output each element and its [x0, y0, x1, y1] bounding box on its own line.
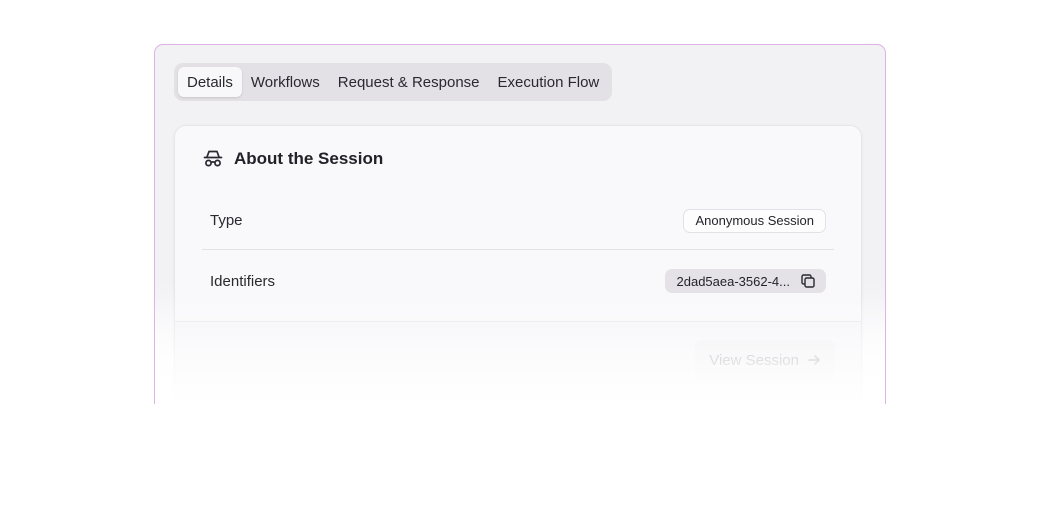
incognito-icon: [202, 148, 224, 170]
tab-details[interactable]: Details: [178, 67, 242, 97]
view-session-button[interactable]: View Session: [695, 340, 835, 380]
identifiers-row: Identifiers 2dad5aea-3562-4...: [202, 252, 834, 310]
type-row: Type Anonymous Session: [202, 192, 834, 250]
card-header: About the Session: [202, 148, 383, 170]
card-title: About the Session: [234, 149, 384, 168]
identifier-value: 2dad5aea-3562-4...: [676, 273, 790, 289]
session-type-badge: Anonymous Session: [683, 208, 826, 233]
identifiers-label: Identifiers: [210, 272, 276, 290]
view-session-label: View Session: [709, 351, 799, 369]
tab-bar: Details Workflows Request & Response Exe…: [174, 63, 613, 101]
copy-icon[interactable]: [800, 273, 816, 289]
identifier-chip: 2dad5aea-3562-4...: [664, 269, 826, 293]
tab-workflows[interactable]: Workflows: [242, 67, 329, 97]
tab-request-response[interactable]: Request & Response: [329, 67, 489, 97]
arrow-right-icon: [807, 353, 821, 367]
card-footer: View Session: [175, 322, 861, 404]
type-label: Type: [210, 212, 243, 229]
session-panel: Details Workflows Request & Response Exe…: [154, 44, 886, 404]
tab-execution-flow[interactable]: Execution Flow: [489, 67, 609, 97]
session-card: About the Session Type Anonymous Session…: [174, 125, 862, 404]
